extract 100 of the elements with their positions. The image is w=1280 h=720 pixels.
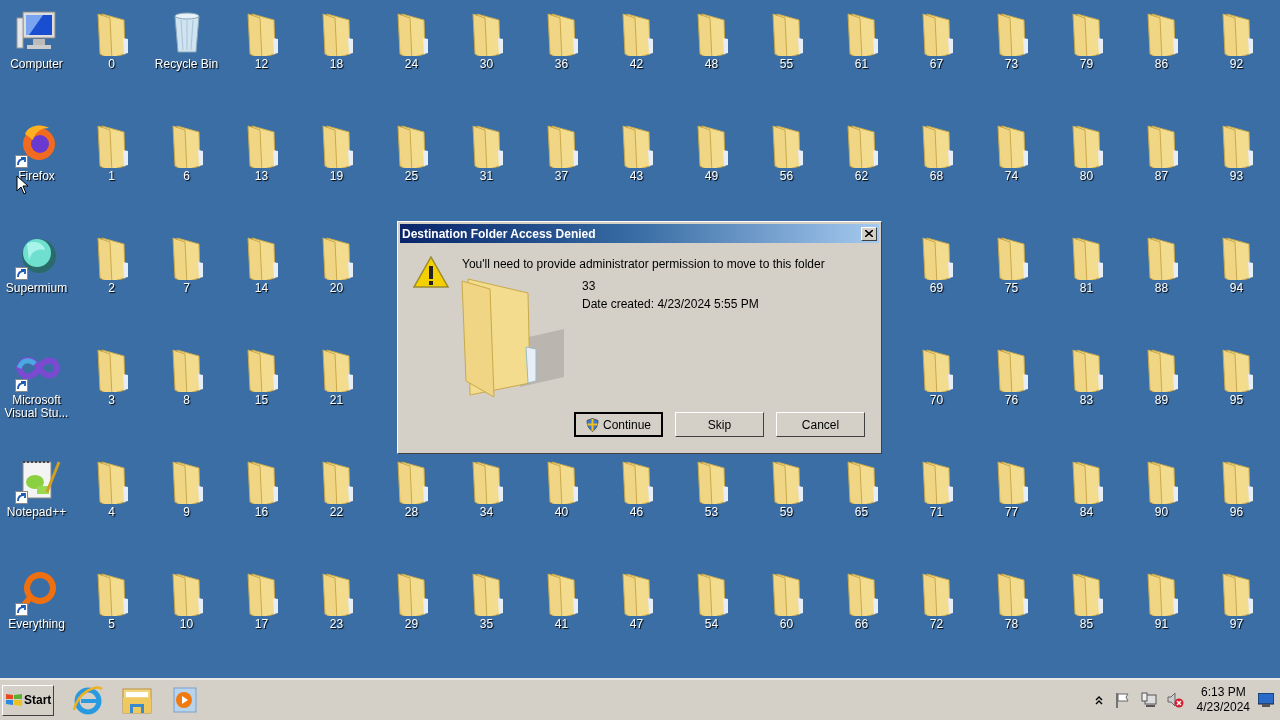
icon-label: 62 bbox=[853, 170, 870, 183]
icon-label: 23 bbox=[328, 618, 345, 631]
icon-label: 3 bbox=[107, 394, 116, 407]
icon-label: 61 bbox=[853, 58, 870, 71]
icon-label: 16 bbox=[253, 506, 270, 519]
icon-label: 96 bbox=[1228, 506, 1245, 519]
icon-label: 22 bbox=[328, 506, 345, 519]
icon-label: 88 bbox=[1153, 282, 1170, 295]
icon-label: 40 bbox=[553, 506, 570, 519]
icon-label: 46 bbox=[628, 506, 645, 519]
icon-label: 6 bbox=[182, 170, 191, 183]
icon-label: 73 bbox=[1003, 58, 1020, 71]
dialog-button[interactable]: Continue bbox=[574, 412, 663, 437]
icon-label: 65 bbox=[853, 506, 870, 519]
windows-logo-icon bbox=[6, 693, 22, 707]
icon-label: 20 bbox=[328, 282, 345, 295]
icon-label: 35 bbox=[478, 618, 495, 631]
icon-label: 15 bbox=[253, 394, 270, 407]
window-title: Destination Folder Access Denied bbox=[402, 227, 596, 240]
icon-label: Supermium bbox=[4, 282, 69, 295]
icon-label: 97 bbox=[1228, 618, 1245, 631]
icon-label: 85 bbox=[1078, 618, 1095, 631]
icon-label: 92 bbox=[1228, 58, 1245, 71]
icon-label: 89 bbox=[1153, 394, 1170, 407]
icon-label: 72 bbox=[928, 618, 945, 631]
icon-label: 7 bbox=[182, 282, 191, 295]
icon-label: 80 bbox=[1078, 170, 1095, 183]
dialog-button[interactable]: Skip bbox=[675, 412, 764, 437]
icon-label: 74 bbox=[1003, 170, 1020, 183]
icon-label: 55 bbox=[778, 58, 795, 71]
icon-label: 71 bbox=[928, 506, 945, 519]
icon-label: 34 bbox=[478, 506, 495, 519]
network-icon[interactable] bbox=[1140, 692, 1157, 708]
start-button[interactable]: Start bbox=[2, 684, 54, 716]
icon-label: 14 bbox=[253, 282, 270, 295]
icon-label: 94 bbox=[1228, 282, 1245, 295]
icon-label: 1 bbox=[107, 170, 116, 183]
icon-label: 68 bbox=[928, 170, 945, 183]
icon-label: 87 bbox=[1153, 170, 1170, 183]
icon-label: 41 bbox=[553, 618, 570, 631]
item-detail: Date created: 4/23/2024 5:55 PM bbox=[582, 296, 759, 313]
icon-label: 91 bbox=[1153, 618, 1170, 631]
clock-time[interactable]: 6:13 PM bbox=[1200, 685, 1246, 700]
dialog-message: You'll need to provide administrator permission to move to this folder bbox=[462, 256, 826, 273]
media-player-icon[interactable] bbox=[170, 685, 200, 715]
icon-label: 42 bbox=[628, 58, 645, 71]
chevron-up-icon[interactable] bbox=[1094, 695, 1103, 705]
icon-label: Firefox bbox=[17, 170, 56, 183]
icon-label: 66 bbox=[853, 618, 870, 631]
icon-label: Notepad++ bbox=[5, 506, 68, 519]
icon-label: 8 bbox=[182, 394, 191, 407]
icon-label: 24 bbox=[403, 58, 420, 71]
icon-label: 5 bbox=[107, 618, 116, 631]
icon-label: 37 bbox=[553, 170, 570, 183]
icon-label: 67 bbox=[928, 58, 945, 71]
icon-label: 28 bbox=[403, 506, 420, 519]
show-desktop-icon[interactable] bbox=[1258, 693, 1274, 707]
icon-label: 93 bbox=[1228, 170, 1245, 183]
close-icon bbox=[865, 230, 873, 237]
icon-label: 69 bbox=[928, 282, 945, 295]
icon-label: 13 bbox=[253, 170, 270, 183]
icon-label: 29 bbox=[403, 618, 420, 631]
icon-label: 56 bbox=[778, 170, 795, 183]
icon-label: 78 bbox=[1003, 618, 1020, 631]
icon-label: Computer bbox=[9, 58, 64, 71]
icon-label: 49 bbox=[703, 170, 720, 183]
icon-label: 43 bbox=[628, 170, 645, 183]
icon-label: 10 bbox=[178, 618, 195, 631]
icon-label: 30 bbox=[478, 58, 495, 71]
icon-label: 12 bbox=[253, 58, 270, 71]
icon-label: 2 bbox=[107, 282, 116, 295]
icon-label: 54 bbox=[703, 618, 720, 631]
icon-label: 59 bbox=[778, 506, 795, 519]
icon-label: Microsoft Visual Stu... bbox=[3, 394, 70, 420]
icon-label: Recycle Bin bbox=[153, 58, 220, 71]
icon-label: 86 bbox=[1153, 58, 1170, 71]
clock-date[interactable]: 4/23/2024 bbox=[1196, 700, 1250, 715]
icon-label: 90 bbox=[1153, 506, 1170, 519]
icon-label: 19 bbox=[328, 170, 345, 183]
icon-label: 76 bbox=[1003, 394, 1020, 407]
item-name: 33 bbox=[582, 278, 597, 295]
dialog-button[interactable]: Cancel bbox=[776, 412, 865, 437]
icon-label: 9 bbox=[182, 506, 191, 519]
icon-label: 31 bbox=[478, 170, 495, 183]
icon-label: 60 bbox=[778, 618, 795, 631]
icon-label: 83 bbox=[1078, 394, 1095, 407]
icon-label: 48 bbox=[703, 58, 720, 71]
icon-label: 77 bbox=[1003, 506, 1020, 519]
flag-icon[interactable] bbox=[1114, 692, 1131, 708]
close-button[interactable] bbox=[861, 226, 877, 241]
icon-label: 47 bbox=[628, 618, 645, 631]
icon-label: 21 bbox=[328, 394, 345, 407]
icon-label: 0 bbox=[107, 58, 116, 71]
icon-label: 25 bbox=[403, 170, 420, 183]
icon-label: 70 bbox=[928, 394, 945, 407]
icon-label: 75 bbox=[1003, 282, 1020, 295]
icon-label: 81 bbox=[1078, 282, 1095, 295]
icon-label: 79 bbox=[1078, 58, 1095, 71]
icon-label: 53 bbox=[703, 506, 720, 519]
muted-speaker-icon[interactable] bbox=[1166, 692, 1185, 708]
